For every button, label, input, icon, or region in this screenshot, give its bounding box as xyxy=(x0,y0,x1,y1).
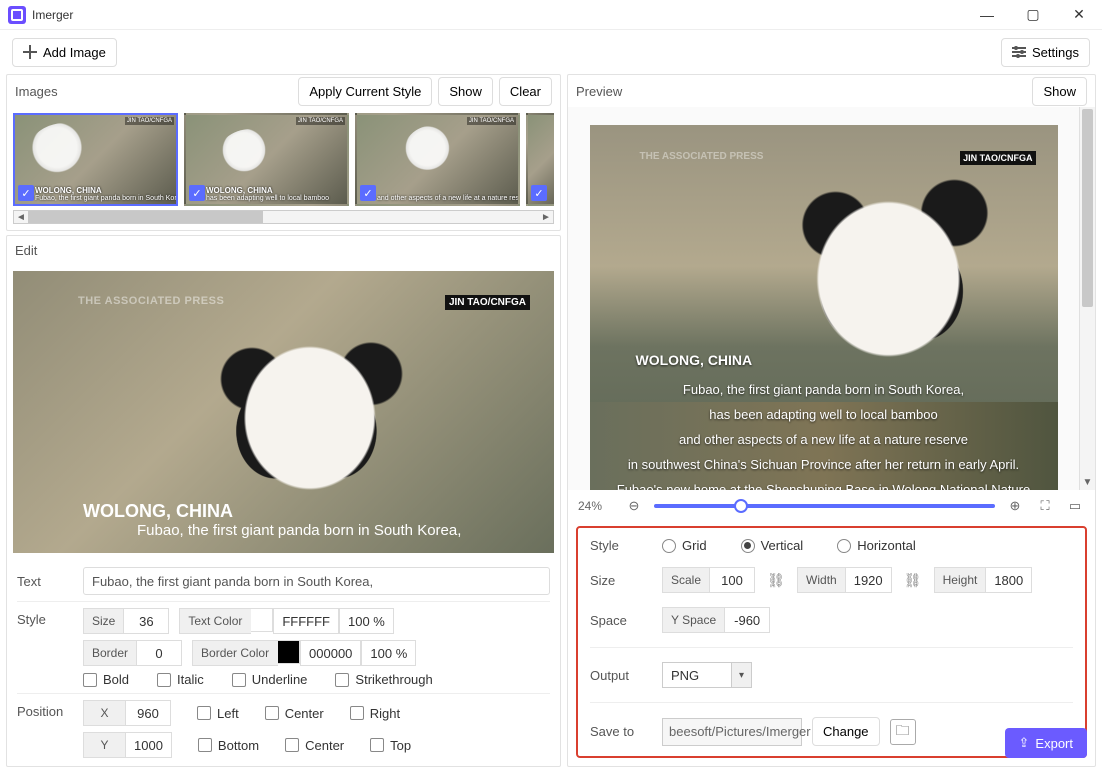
italic-checkbox[interactable]: Italic xyxy=(157,672,204,687)
text-label: Text xyxy=(17,574,83,589)
edit-panel: Edit THE ASSOCIATED PRESS JIN TAO/CNFGA … xyxy=(6,235,561,767)
border-color-opacity-input[interactable]: 100 % xyxy=(361,640,416,666)
scale-input[interactable]: 100 xyxy=(709,567,755,593)
edit-canvas[interactable]: THE ASSOCIATED PRESS JIN TAO/CNFGA WOLON… xyxy=(13,271,554,553)
scroll-right-icon[interactable]: ► xyxy=(539,211,553,223)
yspace-input[interactable]: -960 xyxy=(724,607,770,633)
width-input[interactable]: 1920 xyxy=(845,567,892,593)
zoom-percent: 24% xyxy=(578,499,614,513)
text-color-hex-input[interactable]: FFFFFF xyxy=(273,608,339,634)
align-top-checkbox[interactable]: Top xyxy=(370,738,411,753)
edit-panel-label: Edit xyxy=(15,243,552,258)
window-maximize-button[interactable]: ▢ xyxy=(1010,0,1056,30)
zoom-in-icon[interactable]: ⊕ xyxy=(1005,496,1025,516)
output-format-select[interactable]: PNG ▾ xyxy=(662,662,752,688)
strikethrough-checkbox[interactable]: Strikethrough xyxy=(335,672,432,687)
preview-panel-label: Preview xyxy=(576,84,1032,99)
caption-subtitle: Fubao, the first giant panda born in Sou… xyxy=(83,522,554,539)
main-toolbar: Add Image Settings xyxy=(0,30,1102,74)
layout-vertical-radio[interactable]: Vertical xyxy=(741,538,804,553)
preview-panel: Preview Show THE ASSOCIATED PRESS JIN TA… xyxy=(567,74,1096,767)
clear-images-button[interactable]: Clear xyxy=(499,77,552,106)
scroll-left-icon[interactable]: ◄ xyxy=(14,211,28,223)
out-style-label: Style xyxy=(590,538,662,553)
show-images-button[interactable]: Show xyxy=(438,77,493,106)
add-image-label: Add Image xyxy=(43,45,106,60)
border-size-input[interactable]: 0 xyxy=(136,640,182,666)
app-title: Imerger xyxy=(32,8,73,22)
link-icon[interactable]: ⛓ xyxy=(765,567,787,593)
export-button[interactable]: ⇪ Export xyxy=(1005,728,1087,758)
check-icon: ✓ xyxy=(531,185,547,201)
link-icon[interactable]: ⛓ xyxy=(902,567,924,593)
align-center-h-checkbox[interactable]: Center xyxy=(265,706,324,721)
preview-canvas[interactable]: THE ASSOCIATED PRESS JIN TAO/CNFGA WOLON… xyxy=(568,107,1079,490)
thumbnail-item[interactable]: ✓ xyxy=(526,113,554,206)
thumbnail-item[interactable]: JIN TAO/CNFGA ✓ and other aspects of a n… xyxy=(355,113,520,206)
chevron-down-icon[interactable]: ▾ xyxy=(732,662,752,688)
border-color-hex-input[interactable]: 000000 xyxy=(300,640,361,666)
thumbnail-scrollbar[interactable]: ◄ ► xyxy=(13,210,554,224)
bold-checkbox[interactable]: Bold xyxy=(83,672,129,687)
font-size-input[interactable]: 36 xyxy=(123,608,169,634)
output-format-label: Output xyxy=(590,668,662,683)
text-color-opacity-input[interactable]: 100 % xyxy=(339,608,394,634)
out-space-label: Space xyxy=(590,613,662,628)
zoom-slider[interactable] xyxy=(654,504,995,508)
thumbnail-strip: JIN TAO/CNFGA ✓ WOLONG, CHINAFubao, the … xyxy=(13,113,554,206)
title-bar: Imerger — ▢ ✕ xyxy=(0,0,1102,30)
zoom-slider-thumb[interactable] xyxy=(734,499,748,513)
pos-x-input[interactable]: 960 xyxy=(125,700,171,726)
open-folder-icon[interactable]: 🗀 xyxy=(890,719,916,745)
position-label: Position xyxy=(17,700,83,719)
scrollbar-thumb[interactable] xyxy=(1082,109,1093,307)
zoom-bar: 24% ⊖ ⊕ ⛶ ▭ xyxy=(568,490,1095,522)
export-icon: ⇪ xyxy=(1019,735,1030,751)
align-center-v-checkbox[interactable]: Center xyxy=(285,738,344,753)
plus-icon xyxy=(23,45,37,59)
thumbnail-item[interactable]: JIN TAO/CNFGA ✓ WOLONG, CHINAFubao, the … xyxy=(13,113,178,206)
layout-grid-radio[interactable]: Grid xyxy=(662,538,707,553)
images-panel-label: Images xyxy=(15,84,298,99)
settings-icon xyxy=(1012,47,1026,57)
scrollbar-thumb[interactable] xyxy=(28,211,263,223)
align-right-checkbox[interactable]: Right xyxy=(350,706,400,721)
window-minimize-button[interactable]: — xyxy=(964,0,1010,30)
style-label: Style xyxy=(17,608,83,627)
fit-screen-icon[interactable]: ⛶ xyxy=(1035,496,1055,516)
preview-caption-lines: WOLONG, CHINA Fubao, the first giant pan… xyxy=(590,347,1058,490)
change-path-button[interactable]: Change xyxy=(812,717,880,746)
images-panel: Images Apply Current Style Show Clear JI… xyxy=(6,74,561,231)
save-to-label: Save to xyxy=(590,724,662,739)
show-preview-button[interactable]: Show xyxy=(1032,77,1087,106)
settings-button[interactable]: Settings xyxy=(1001,38,1090,67)
caption-title: WOLONG, CHINA xyxy=(83,501,554,522)
zoom-out-icon[interactable]: ⊖ xyxy=(624,496,644,516)
text-input[interactable] xyxy=(83,567,550,595)
preview-scrollbar[interactable]: ▲ ▼ xyxy=(1079,107,1095,490)
actual-size-icon[interactable]: ▭ xyxy=(1065,496,1085,516)
apply-style-button[interactable]: Apply Current Style xyxy=(298,77,432,106)
settings-label: Settings xyxy=(1032,45,1079,60)
scroll-down-icon[interactable]: ▼ xyxy=(1080,474,1095,490)
align-bottom-checkbox[interactable]: Bottom xyxy=(198,738,259,753)
align-left-checkbox[interactable]: Left xyxy=(197,706,239,721)
thumbnail-item[interactable]: JIN TAO/CNFGA ✓ WOLONG, CHINAhas been ad… xyxy=(184,113,349,206)
height-input[interactable]: 1800 xyxy=(985,567,1032,593)
text-color-swatch[interactable] xyxy=(251,608,273,632)
out-size-label: Size xyxy=(590,573,662,588)
layout-horizontal-radio[interactable]: Horizontal xyxy=(837,538,916,553)
app-icon xyxy=(8,6,26,24)
border-color-swatch[interactable] xyxy=(278,640,300,664)
underline-checkbox[interactable]: Underline xyxy=(232,672,308,687)
output-settings-box: Style Grid Vertical Horizontal Size Scal… xyxy=(576,526,1087,758)
save-path-field[interactable]: beesoft/Pictures/Imerger xyxy=(662,718,802,746)
window-close-button[interactable]: ✕ xyxy=(1056,0,1102,30)
add-image-button[interactable]: Add Image xyxy=(12,38,117,67)
pos-y-input[interactable]: 1000 xyxy=(125,732,172,758)
